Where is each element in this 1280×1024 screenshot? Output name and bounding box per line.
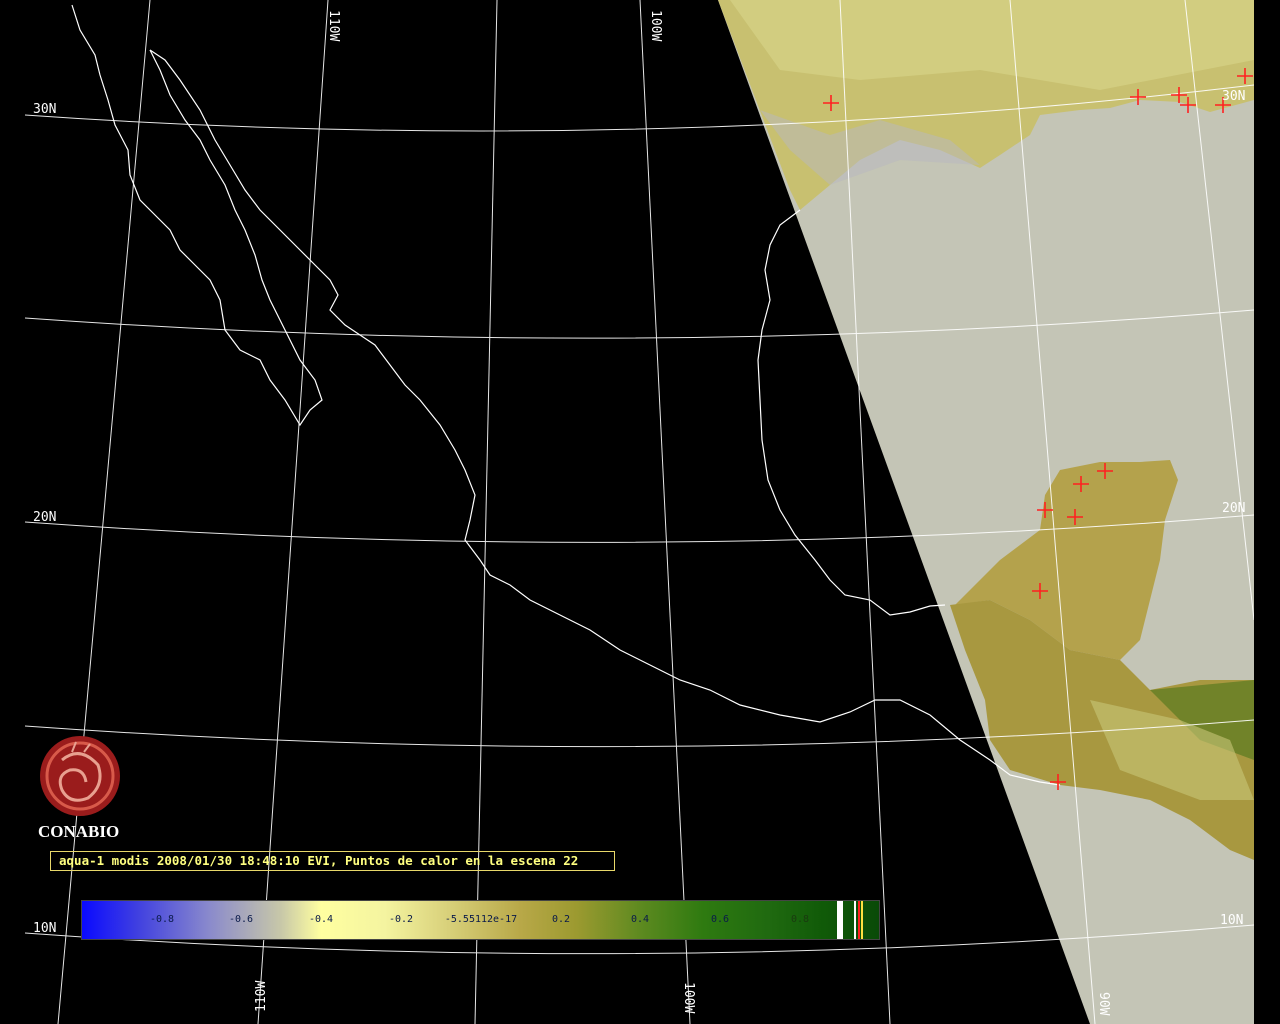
evi-colorbar: -0.8 -0.6 -0.4 -0.2 -5.55112e-17 0.2 0.4… xyxy=(81,900,880,940)
scene-caption: aqua-1 modis 2008/01/30 18:48:10 EVI, Pu… xyxy=(50,851,615,871)
lat-label-10n: 10N xyxy=(33,921,56,936)
lon-label-110w-top: 110W xyxy=(326,10,341,41)
lon-label-100w-bottom: 100W xyxy=(681,982,696,1013)
lon-label-100w-top: 100W xyxy=(648,10,663,41)
lat-label-20n: 20N xyxy=(33,510,56,525)
lat-label-20n-east: 20N xyxy=(1222,501,1245,516)
colorbar-tick: 0.4 xyxy=(630,914,650,925)
colorbar-tick: -5.55112e-17 xyxy=(444,914,518,925)
colorbar-fire-swatch xyxy=(858,901,860,939)
conabio-logo-icon xyxy=(40,736,120,816)
colorbar-tick: 0.2 xyxy=(551,914,571,925)
lat-label-30n-east: 30N xyxy=(1222,89,1245,104)
conabio-wordmark: CONABIO xyxy=(38,822,119,841)
colorbar-white-swatch xyxy=(854,901,856,939)
lat-label-10n-east: 10N xyxy=(1220,913,1243,928)
colorbar-tick: -0.2 xyxy=(388,914,414,925)
colorbar-tick: -0.6 xyxy=(228,914,254,925)
lat-label-30n: 30N xyxy=(33,102,56,117)
colorbar-tick: 0.6 xyxy=(710,914,730,925)
colorbar-white-swatch xyxy=(837,901,843,939)
colorbar-yellow-swatch xyxy=(861,901,863,939)
colorbar-tick: -0.4 xyxy=(308,914,334,925)
lon-label-110w-bottom: 110W xyxy=(254,981,269,1012)
colorbar-tick: 0.8 xyxy=(790,914,810,925)
lon-label-90w-bottom: 90W xyxy=(1096,992,1111,1016)
colorbar-tick: -0.8 xyxy=(149,914,175,925)
